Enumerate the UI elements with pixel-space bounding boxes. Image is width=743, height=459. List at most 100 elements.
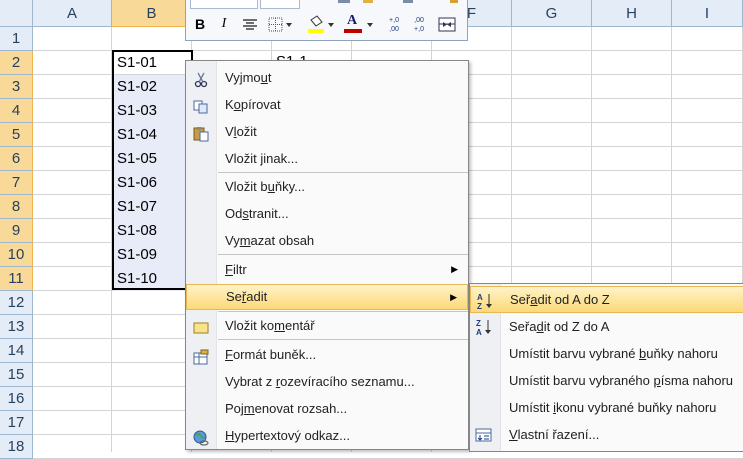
submenu-item-custom-sort[interactable]: Vlastní řazení...	[470, 421, 743, 448]
font-size-box[interactable]	[260, 0, 300, 9]
format-cells-icon	[193, 347, 209, 365]
selection-border	[112, 50, 193, 290]
menu-item-insert-comment[interactable]: Vložit komentář	[186, 312, 468, 339]
menu-item-label: Filtr	[225, 262, 247, 277]
row-header[interactable]: 4	[0, 99, 33, 123]
menu-item-name-range[interactable]: Pojmenovat rozsah...	[186, 395, 468, 422]
menu-item-paste-special[interactable]: Vložit jinak...	[186, 145, 468, 172]
column-header[interactable]: G	[512, 0, 592, 27]
submenu-item-label: Umístit barvu vybrané buňky nahoru	[509, 346, 718, 361]
submenu-item-cell-icon-top[interactable]: Umístit ikonu vybrané buňky nahoru	[470, 394, 743, 421]
row-header[interactable]: 7	[0, 171, 33, 195]
submenu-item-label: Umístit ikonu vybrané buňky nahoru	[509, 400, 717, 415]
menu-item-label: Vložit buňky...	[225, 179, 305, 194]
submenu-arrow-icon: ▶	[451, 264, 458, 274]
menu-item-label: Vložit jinak...	[225, 151, 298, 166]
column-header[interactable]: H	[592, 0, 672, 27]
menu-item-insert-cells[interactable]: Vložit buňky...	[186, 173, 468, 200]
submenu-item-sort-a-to-z[interactable]: AZ Seřadit od A do Z	[470, 286, 743, 313]
row-header[interactable]: 8	[0, 195, 33, 219]
row-header[interactable]: 18	[0, 435, 33, 459]
menu-item-delete[interactable]: Odstranit...	[186, 200, 468, 227]
svg-text:Z: Z	[477, 302, 482, 310]
align-center-icon[interactable]	[242, 18, 258, 31]
menu-item-sort[interactable]: Seřadit ▶	[186, 284, 468, 310]
svg-text:A: A	[476, 328, 482, 336]
scissors-icon	[193, 70, 209, 88]
merge-center-icon[interactable]	[438, 17, 456, 32]
row-header[interactable]: 16	[0, 387, 33, 411]
mini-toolbar-top-row	[188, 0, 468, 11]
menu-item-copy[interactable]: Kopírovat	[186, 91, 468, 118]
menu-item-label: Formát buněk...	[225, 347, 317, 362]
submenu-item-label: Seřadit od Z do A	[509, 319, 610, 334]
font-color-icon[interactable]: A	[343, 13, 375, 34]
column-header[interactable]: A	[33, 0, 112, 27]
menu-item-label: Seřadit	[226, 289, 268, 304]
custom-sort-icon	[475, 426, 493, 444]
sort-submenu: AZ Seřadit od A do Z ZA Seřadit od Z do …	[469, 283, 743, 452]
row-header[interactable]: 5	[0, 123, 33, 147]
menu-item-label: Pojmenovat rozsah...	[225, 401, 348, 416]
menu-separator	[218, 254, 468, 255]
grow-font-icon[interactable]	[338, 0, 350, 3]
fill-color-icon[interactable]	[306, 15, 336, 34]
context-menu: Vyjmout Kopírovat Vložit Vložit jinak...…	[185, 60, 469, 450]
column-header[interactable]: B	[112, 0, 192, 27]
hyperlink-globe-icon	[193, 428, 209, 446]
borders-icon[interactable]	[268, 17, 294, 32]
row-header[interactable]: 15	[0, 363, 33, 387]
menu-item-label: Vložit	[225, 124, 257, 139]
svg-text:Z: Z	[476, 319, 481, 328]
paint-icon[interactable]	[450, 0, 458, 3]
submenu-item-cell-color-top[interactable]: Umístit barvu vybrané buňky nahoru	[470, 340, 743, 367]
submenu-arrow-icon: ▶	[450, 292, 457, 302]
comment-icon	[193, 318, 209, 334]
row-header[interactable]: 6	[0, 147, 33, 171]
row-header[interactable]: 3	[0, 75, 33, 99]
bold-button[interactable]: B	[192, 14, 208, 34]
svg-text:A: A	[477, 293, 483, 302]
submenu-item-label: Seřadit od A do Z	[510, 292, 610, 307]
menu-item-label: Vyjmout	[225, 70, 272, 85]
menu-item-filter[interactable]: Filtr ▶	[186, 256, 468, 283]
sort-z-to-a-icon: ZA	[475, 318, 493, 337]
italic-button[interactable]: I	[216, 14, 232, 34]
menu-item-clear-contents[interactable]: Vymazat obsah	[186, 227, 468, 254]
menu-item-format-cells[interactable]: Formát buněk...	[186, 341, 468, 368]
decrease-decimal-button[interactable]: ,00 +,0	[409, 16, 429, 36]
menu-item-label: Odstranit...	[225, 206, 289, 221]
submenu-item-label: Umístit barvu vybraného písma nahoru	[509, 373, 734, 388]
row-header[interactable]: 9	[0, 219, 33, 243]
row-header[interactable]: 17	[0, 411, 33, 435]
menu-item-label: Vložit komentář	[225, 318, 315, 333]
submenu-item-label: Vlastní řazení...	[509, 427, 600, 442]
paste-icon	[193, 124, 209, 142]
mini-toolbar: B I A +,0 ,00 ,00 +,0	[185, 0, 468, 41]
menu-item-paste[interactable]: Vložit	[186, 118, 468, 145]
menu-item-label: Vybrat z rozevíracího seznamu...	[225, 374, 415, 389]
menu-item-label: Vymazat obsah	[225, 233, 315, 248]
menu-item-hyperlink[interactable]: Hypertextový odkaz...	[186, 422, 468, 449]
submenu-item-font-color-top[interactable]: Umístit barvu vybraného písma nahoru	[470, 367, 743, 394]
increase-decimal-button[interactable]: +,0 ,00	[384, 16, 404, 36]
row-header[interactable]: 10	[0, 243, 33, 267]
row-header[interactable]: 12	[0, 291, 33, 315]
menu-separator	[218, 339, 468, 340]
row-header[interactable]: 11	[0, 267, 33, 291]
row-header[interactable]: 2	[0, 51, 33, 75]
copy-icon	[193, 97, 209, 114]
row-header[interactable]: 13	[0, 315, 33, 339]
menu-item-pick-from-list[interactable]: Vybrat z rozevíracího seznamu...	[186, 368, 468, 395]
row-header[interactable]: 1	[0, 27, 33, 51]
menu-item-label: Hypertextový odkaz...	[225, 428, 351, 443]
submenu-item-sort-z-to-a[interactable]: ZA Seřadit od Z do A	[470, 313, 743, 340]
sort-a-to-z-icon: AZ	[476, 292, 494, 311]
menu-item-cut[interactable]: Vyjmout	[186, 64, 468, 91]
column-header[interactable]: I	[672, 0, 743, 27]
row-header[interactable]: 14	[0, 339, 33, 363]
select-all-corner[interactable]	[0, 0, 33, 27]
format-painter-icon[interactable]	[363, 0, 373, 3]
font-name-box[interactable]	[190, 0, 258, 9]
percent-icon[interactable]	[403, 0, 413, 3]
